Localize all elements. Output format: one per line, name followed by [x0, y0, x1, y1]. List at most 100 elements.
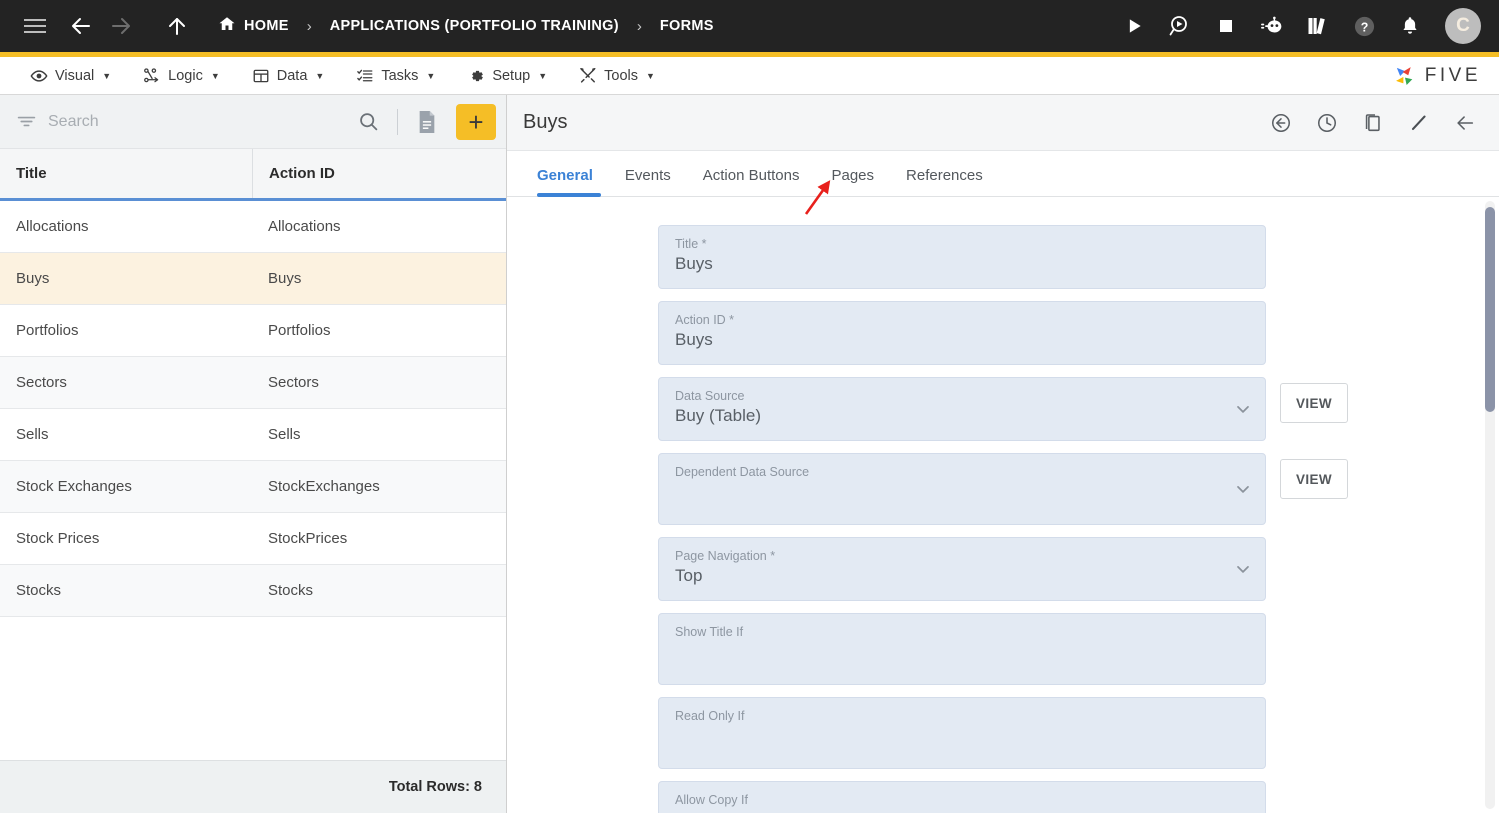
view-button-dependent-data-source[interactable]: VIEW: [1280, 459, 1348, 499]
debug-icon[interactable]: [1163, 9, 1197, 43]
field-show-title-if[interactable]: Show Title If: [658, 613, 1266, 685]
menu-item-tasks[interactable]: Tasks ▼: [340, 57, 451, 94]
field-value: Buy (Table): [675, 406, 761, 425]
chevron-down-icon[interactable]: [1233, 559, 1253, 579]
table-row[interactable]: Stock Prices StockPrices: [0, 513, 506, 565]
field-value: [675, 640, 1249, 664]
document-icon[interactable]: [412, 106, 442, 138]
column-header-action-id[interactable]: Action ID: [252, 149, 506, 198]
top-navigation-bar: HOME › APPLICATIONS (PORTFOLIO TRAINING)…: [0, 0, 1499, 52]
edit-pencil-icon[interactable]: [1407, 111, 1431, 135]
field-allow-copy-if[interactable]: Allow Copy If: [658, 781, 1266, 813]
breadcrumb-item-home[interactable]: HOME: [204, 15, 299, 37]
table-row[interactable]: Sectors Sectors: [0, 357, 506, 409]
gear-icon: [467, 67, 485, 85]
field-page-navigation[interactable]: Page Navigation * Top: [658, 537, 1266, 601]
field-title[interactable]: Title * Buys: [658, 225, 1266, 289]
chatbot-icon[interactable]: [1255, 9, 1289, 43]
menu-item-data[interactable]: Data ▼: [236, 57, 341, 94]
menu-item-label: Setup: [492, 67, 531, 84]
form-field-row: Page Navigation * Top: [507, 537, 1499, 601]
forward-arrow-icon[interactable]: [104, 9, 138, 43]
field-label: Title *: [675, 237, 707, 251]
menu-item-logic[interactable]: Logic ▼: [127, 57, 236, 94]
detail-header-actions: [1269, 111, 1477, 135]
tab-references[interactable]: References: [890, 167, 999, 196]
eye-icon: [30, 67, 48, 85]
chevron-down-icon: ▼: [646, 70, 655, 81]
menu-item-setup[interactable]: Setup ▼: [451, 57, 563, 94]
back-arrow-icon[interactable]: [1453, 111, 1477, 135]
form-scrollbar-track[interactable]: [1485, 201, 1495, 809]
table-row[interactable]: Buys Buys: [0, 253, 506, 305]
field-value: Top: [675, 566, 703, 585]
help-icon[interactable]: ?: [1347, 9, 1381, 43]
history-clock-icon[interactable]: [1315, 111, 1339, 135]
forms-table-header: Title Action ID: [0, 149, 506, 201]
duplicate-icon[interactable]: [1361, 111, 1385, 135]
search-icon[interactable]: [353, 107, 383, 137]
bell-icon[interactable]: [1393, 9, 1427, 43]
app-root: HOME › APPLICATIONS (PORTFOLIO TRAINING)…: [0, 0, 1499, 813]
library-icon[interactable]: [1301, 9, 1335, 43]
table-row[interactable]: Stock Exchanges StockExchanges: [0, 461, 506, 513]
form-field-row: Data Source Buy (Table) VIEW: [507, 377, 1499, 441]
tab-general[interactable]: General: [529, 167, 609, 197]
grid-table-icon: [252, 67, 270, 85]
breadcrumb-item-forms[interactable]: FORMS: [650, 18, 724, 34]
column-header-title[interactable]: Title: [0, 149, 252, 198]
detail-tabs: General Events Action Buttons Pages Referenc…: [507, 151, 1499, 197]
five-logo-mark: [1395, 66, 1413, 85]
table-row[interactable]: Sells Sells: [0, 409, 506, 461]
tab-action-buttons[interactable]: Action Buttons: [687, 167, 816, 196]
cell-action-id: Sectors: [268, 374, 319, 391]
cell-title: Stock Exchanges: [16, 478, 132, 495]
field-view-slot: VIEW: [1266, 377, 1348, 423]
cell-action-id: Buys: [268, 270, 302, 287]
toolbar-divider: [397, 108, 398, 135]
table-row[interactable]: Portfolios Portfolios: [0, 305, 506, 357]
arrow-up-icon[interactable]: [160, 9, 194, 43]
revert-icon[interactable]: [1269, 111, 1293, 135]
field-label: Allow Copy If: [675, 793, 748, 807]
tab-pages[interactable]: Pages: [815, 167, 890, 196]
chevron-down-icon[interactable]: [1233, 399, 1253, 419]
table-row[interactable]: Stocks Stocks: [0, 565, 506, 617]
add-form-button[interactable]: +: [456, 103, 496, 140]
view-button-data-source[interactable]: VIEW: [1280, 383, 1348, 423]
breadcrumb: HOME › APPLICATIONS (PORTFOLIO TRAINING)…: [204, 15, 724, 37]
hamburger-menu-icon[interactable]: [18, 9, 52, 43]
field-label: Data Source: [675, 389, 745, 403]
run-icon[interactable]: [1117, 9, 1151, 43]
breadcrumb-label: FORMS: [659, 18, 714, 34]
topbar-actions: ? C: [1117, 8, 1485, 44]
filter-icon[interactable]: [16, 111, 38, 132]
menu-item-label: Data: [276, 67, 308, 84]
back-arrow-icon[interactable]: [64, 9, 98, 43]
stop-icon[interactable]: [1209, 9, 1243, 43]
menu-item-visual[interactable]: Visual ▼: [14, 57, 127, 94]
field-dependent-data-source[interactable]: Dependent Data Source: [658, 453, 1266, 525]
menu-item-label: Tasks: [381, 67, 419, 84]
field-data-source[interactable]: Data Source Buy (Table): [658, 377, 1266, 441]
field-view-slot: VIEW: [1266, 453, 1348, 499]
forms-list-panel: + Title Action ID AllocationsAllocations…: [0, 95, 507, 813]
form-scrollbar-thumb[interactable]: [1485, 207, 1495, 412]
breadcrumb-separator: ›: [306, 17, 312, 35]
table-row[interactable]: Allocations Allocations: [0, 201, 506, 253]
tab-events[interactable]: Events: [609, 167, 687, 196]
breadcrumb-label: HOME: [244, 18, 289, 34]
menu-item-tools[interactable]: Tools ▼: [563, 57, 671, 94]
form-field-row: Read Only If: [507, 697, 1499, 769]
field-read-only-if[interactable]: Read Only If: [658, 697, 1266, 769]
form-field-row: Allow Copy If: [507, 781, 1499, 813]
breadcrumb-item-applications[interactable]: APPLICATIONS (PORTFOLIO TRAINING): [320, 18, 629, 34]
cell-title: Allocations: [16, 218, 89, 235]
cell-action-id: Stocks: [268, 582, 314, 599]
avatar[interactable]: C: [1445, 8, 1481, 44]
main-body: + Title Action ID AllocationsAllocations…: [0, 95, 1499, 813]
search-input[interactable]: [48, 112, 343, 131]
cell-action-id: StockExchanges: [268, 478, 380, 495]
field-action-id[interactable]: Action ID * Buys: [658, 301, 1266, 365]
chevron-down-icon[interactable]: [1233, 479, 1253, 499]
